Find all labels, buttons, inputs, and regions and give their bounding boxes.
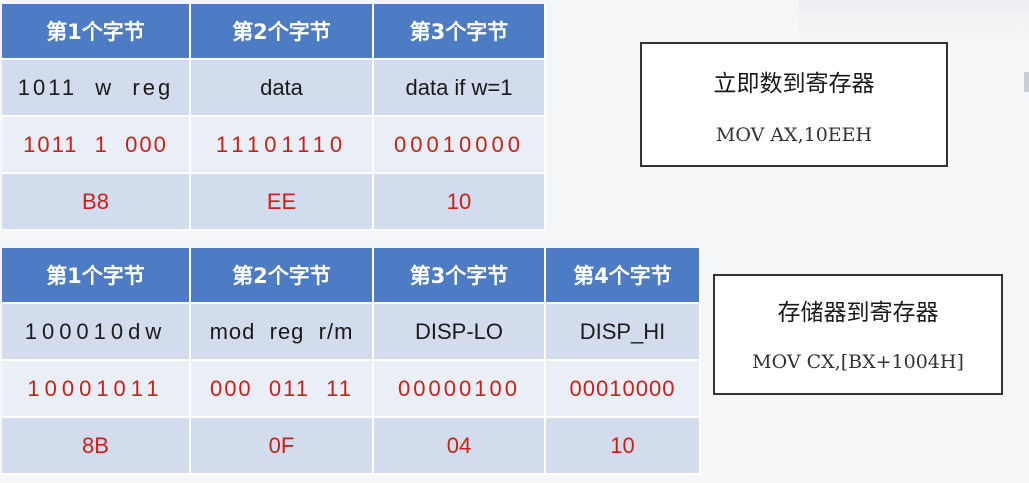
box-instruction: MOV CX,[BX+1004H] (752, 351, 964, 373)
encoding-table-immediate: 第1个字节 第2个字节 第3个字节 1011 w reg data data i… (2, 4, 546, 231)
cell-format-byte-1: 1011 w reg (2, 59, 191, 117)
header-byte-2: 第2个字节 (190, 4, 374, 60)
cell-format-byte-1: 100010dw (2, 303, 191, 361)
table-row-binary: 10001011 000 011 11 00000100 00010000 (2, 360, 701, 418)
cell-format-byte-3: DISP-LO (373, 303, 546, 361)
cell-format-byte-2: mod reg r/m (190, 303, 374, 361)
cell-format-byte-3: data if w=1 (373, 59, 546, 117)
cell-binary-byte-1: 1011 1 000 (2, 116, 191, 174)
example-box-immediate: 立即数到寄存器 MOV AX,10EEH (640, 42, 948, 167)
table-row-format: 100010dw mod reg r/m DISP-LO DISP_HI (2, 303, 701, 361)
cell-binary-byte-4: 00010000 (545, 360, 701, 418)
cell-hex-byte-3: 04 (373, 417, 546, 475)
table-row-binary: 1011 1 000 11101110 00010000 (2, 116, 546, 174)
cell-binary-byte-3: 00000100 (373, 360, 546, 418)
cell-binary-byte-2: 000 011 11 (190, 360, 374, 418)
box-instruction: MOV AX,10EEH (715, 124, 873, 146)
cell-hex-byte-4: 10 (545, 417, 701, 475)
header-byte-3: 第3个字节 (373, 248, 546, 304)
header-byte-4: 第4个字节 (545, 248, 701, 304)
table-header-row: 第1个字节 第2个字节 第3个字节 (2, 4, 546, 60)
cell-hex-byte-1: 8B (2, 417, 191, 475)
header-byte-3: 第3个字节 (373, 4, 546, 60)
cell-format-byte-2: data (190, 59, 374, 117)
cell-hex-byte-2: 0F (190, 417, 374, 475)
cell-format-byte-4: DISP_HI (545, 303, 701, 361)
header-byte-1: 第1个字节 (2, 4, 191, 60)
cell-hex-byte-3: 10 (373, 173, 546, 231)
table-row-hex: B8 EE 10 (2, 173, 546, 231)
cell-hex-byte-1: B8 (2, 173, 191, 231)
edge-mark (1024, 72, 1029, 92)
example-box-memory: 存储器到寄存器 MOV CX,[BX+1004H] (713, 274, 1003, 395)
cell-hex-byte-2: EE (190, 173, 374, 231)
box-title: 立即数到寄存器 (713, 71, 875, 97)
box-title: 存储器到寄存器 (777, 300, 939, 326)
header-byte-2: 第2个字节 (190, 248, 374, 304)
corner-decoration (799, 0, 1029, 40)
cell-binary-byte-1: 10001011 (2, 360, 191, 418)
table-header-row: 第1个字节 第2个字节 第3个字节 第4个字节 (2, 248, 701, 304)
table-row-format: 1011 w reg data data if w=1 (2, 59, 546, 117)
cell-binary-byte-2: 11101110 (190, 116, 374, 174)
header-byte-1: 第1个字节 (2, 248, 191, 304)
table-row-hex: 8B 0F 04 10 (2, 417, 701, 475)
encoding-table-memory: 第1个字节 第2个字节 第3个字节 第4个字节 100010dw mod reg… (2, 248, 701, 475)
cell-binary-byte-3: 00010000 (373, 116, 546, 174)
